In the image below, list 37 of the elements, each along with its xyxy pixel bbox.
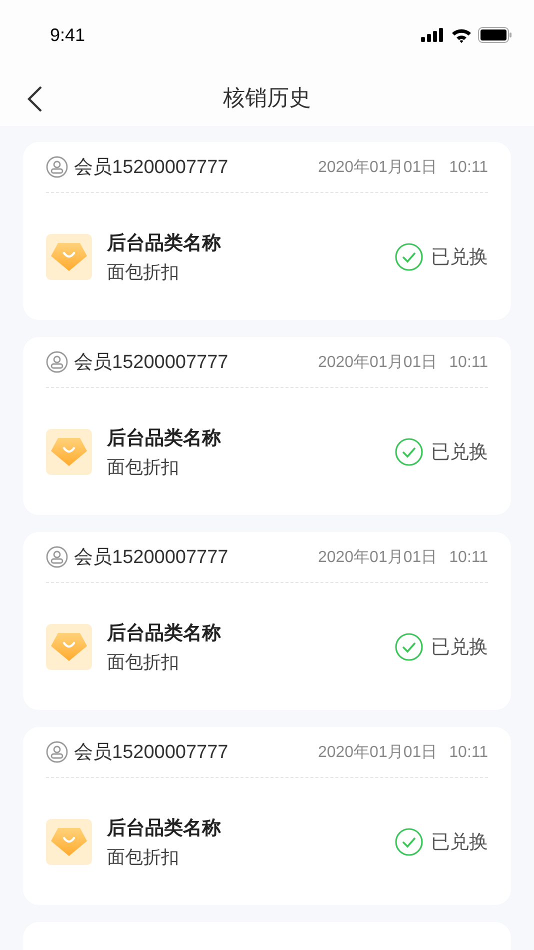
member-id: 会员15200007777 bbox=[74, 546, 228, 570]
coupon-description: 面包折扣 bbox=[107, 846, 180, 868]
coupon-description: 面包折扣 bbox=[107, 260, 180, 284]
record-date: 2020年01月01日 bbox=[318, 548, 438, 568]
gem-icon bbox=[50, 242, 88, 272]
category-name: 后台品类名称 bbox=[107, 816, 222, 840]
status-time: 9:41 bbox=[50, 24, 86, 46]
record-date: 2020年01月01日 bbox=[318, 352, 438, 372]
record-time: 10:11 bbox=[449, 354, 488, 372]
record-date: 2020年01月01日 bbox=[318, 742, 438, 762]
status-label: 已兑换 bbox=[431, 440, 488, 464]
member-id: 会员15200007777 bbox=[74, 741, 228, 765]
user-icon bbox=[46, 351, 68, 373]
battery-icon bbox=[478, 27, 512, 43]
coupon-description: 面包折扣 bbox=[107, 650, 180, 674]
wifi-icon bbox=[451, 28, 472, 42]
record-date: 2020年01月01日 bbox=[318, 158, 438, 178]
record-time: 10:11 bbox=[449, 548, 488, 566]
gem-icon bbox=[50, 436, 88, 466]
user-icon bbox=[46, 741, 68, 763]
member-id: 会员15200007777 bbox=[74, 351, 228, 375]
record-time: 10:11 bbox=[449, 744, 488, 762]
category-name: 后台品类名称 bbox=[107, 620, 222, 646]
user-icon bbox=[46, 546, 68, 568]
record-time: 10:11 bbox=[449, 158, 488, 176]
status-label: 已兑换 bbox=[431, 830, 488, 854]
coupon-description: 面包折扣 bbox=[107, 456, 180, 478]
gem-icon bbox=[50, 826, 88, 856]
signal-icon bbox=[421, 28, 445, 42]
category-name: 后台品类名称 bbox=[107, 426, 222, 450]
member-id: 会员15200007777 bbox=[74, 156, 228, 180]
page-title: 核销历史 bbox=[223, 85, 311, 113]
status-label: 已兑换 bbox=[431, 634, 488, 660]
gem-icon bbox=[50, 632, 88, 662]
category-name: 后台品类名称 bbox=[107, 230, 222, 256]
user-icon bbox=[46, 156, 68, 178]
status-label: 已兑换 bbox=[431, 244, 488, 270]
